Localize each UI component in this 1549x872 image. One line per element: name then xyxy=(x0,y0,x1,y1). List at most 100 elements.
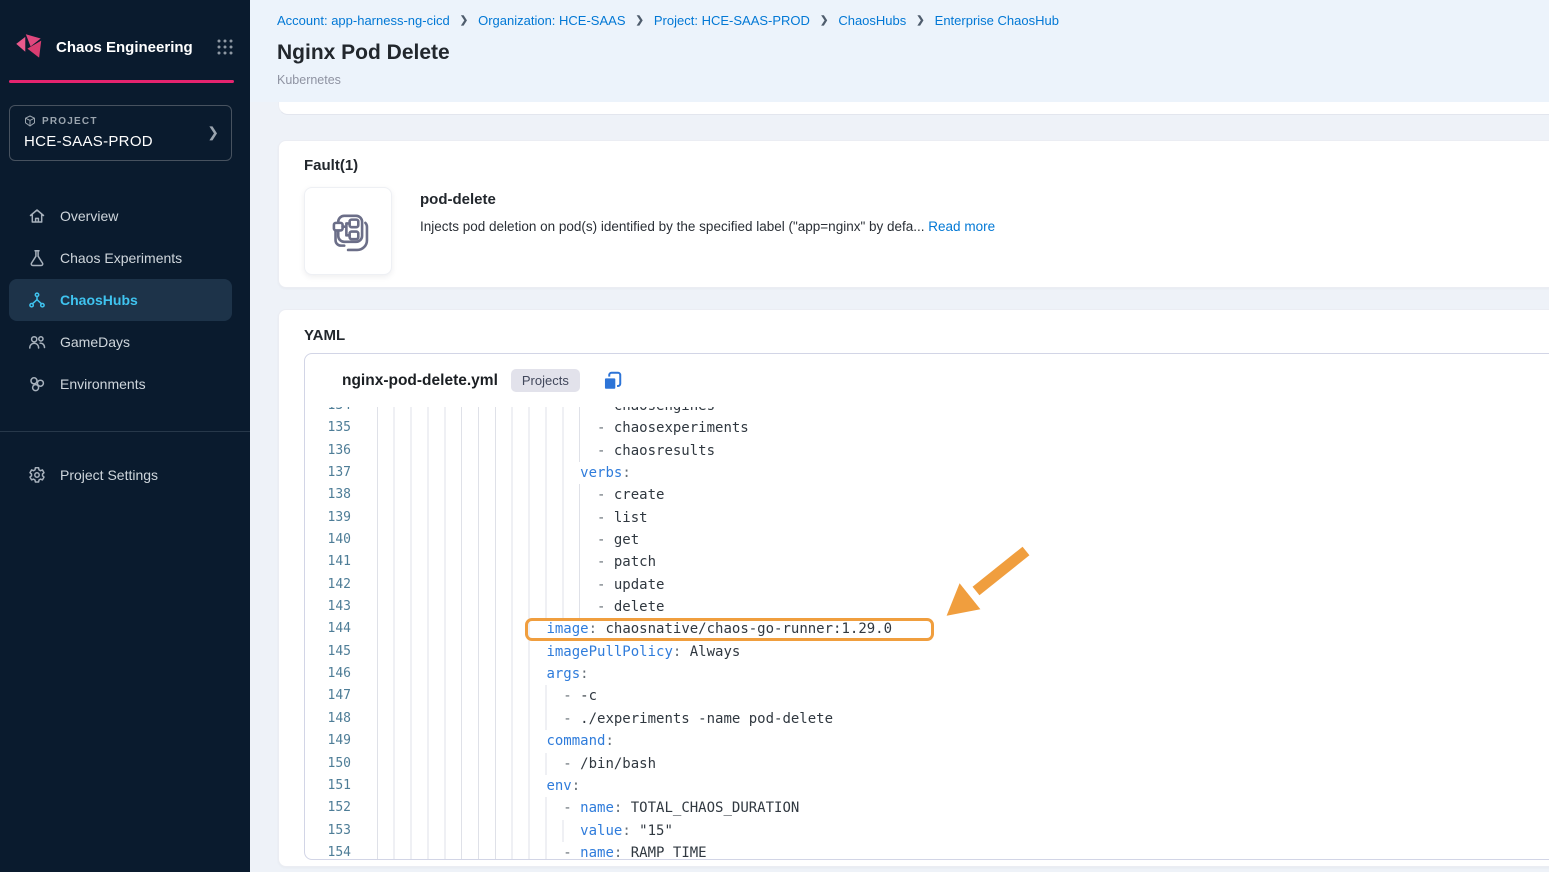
line-content: - chaosengines xyxy=(351,407,1549,417)
line-number: 151 xyxy=(305,775,351,797)
fault-description-text: Injects pod deletion on pod(s) identifie… xyxy=(420,219,928,234)
code-line: 139 - list xyxy=(305,507,1549,529)
breadcrumb-separator-icon: ❯ xyxy=(636,15,644,26)
yaml-viewer-header: nginx-pod-delete.yml Projects xyxy=(305,354,1549,407)
line-number: 146 xyxy=(305,663,351,685)
breadcrumb: Account: app-harness-ng-cicd ❯ Organizatio… xyxy=(277,13,1549,28)
code-line: 154 - name: RAMP_TIME xyxy=(305,842,1549,859)
code-line: 137 verbs: xyxy=(305,462,1549,484)
highlight-box: image: chaosnative/chaos-go-runner:1.29.… xyxy=(546,621,892,637)
chaos-engineering-logo-icon xyxy=(12,30,46,64)
line-content: - list xyxy=(351,507,1549,529)
breadcrumb-item[interactable]: Project: HCE-SAAS-PROD xyxy=(654,13,810,28)
sidebar-item-gamedays[interactable]: GameDays xyxy=(0,321,250,363)
home-icon xyxy=(27,206,47,226)
cube-icon xyxy=(24,115,36,127)
line-number: 152 xyxy=(305,797,351,819)
breadcrumb-separator-icon: ❯ xyxy=(460,15,468,26)
line-content: - create xyxy=(351,484,1549,506)
code-editor[interactable]: 134 - chaosengines135 - chaosexperiments… xyxy=(305,407,1549,859)
brand-row: Chaos Engineering xyxy=(0,0,250,64)
code-line: 149 command: xyxy=(305,730,1549,752)
sidebar-item-chaos-experiments[interactable]: Chaos Experiments xyxy=(0,237,250,279)
read-more-link[interactable]: Read more xyxy=(928,219,995,234)
breadcrumb-item[interactable]: Account: app-harness-ng-cicd xyxy=(277,13,450,28)
line-content: value: "15" xyxy=(351,820,1549,842)
code-line: 142 - update xyxy=(305,574,1549,596)
chevron-right-icon: ❯ xyxy=(207,124,219,141)
line-content: - chaosresults xyxy=(351,440,1549,462)
people-icon xyxy=(27,332,47,352)
brand-underline xyxy=(9,80,234,83)
project-name: HCE-SAAS-PROD xyxy=(24,133,207,150)
line-number: 137 xyxy=(305,462,351,484)
line-number: 144 xyxy=(305,618,351,640)
projects-badge: Projects xyxy=(511,369,580,392)
line-content: command: xyxy=(351,730,1549,752)
page-subtitle: Kubernetes xyxy=(277,73,1549,87)
line-content: - get xyxy=(351,529,1549,551)
line-content: - patch xyxy=(351,551,1549,573)
line-content: verbs: xyxy=(351,462,1549,484)
line-number: 147 xyxy=(305,685,351,707)
code-line: 150 - /bin/bash xyxy=(305,753,1549,775)
code-line: 153 value: "15" xyxy=(305,820,1549,842)
line-number: 142 xyxy=(305,574,351,596)
sidebar-item-label: Overview xyxy=(60,208,118,224)
breadcrumb-item[interactable]: ChaosHubs xyxy=(838,13,906,28)
line-number: 153 xyxy=(305,820,351,842)
line-number: 150 xyxy=(305,753,351,775)
gear-icon xyxy=(27,465,47,485)
code-line: 141 - patch xyxy=(305,551,1549,573)
page-title: Nginx Pod Delete xyxy=(277,41,1549,65)
line-content: - chaosexperiments xyxy=(351,417,1549,439)
code-line: 145 imagePullPolicy: Always xyxy=(305,641,1549,663)
breadcrumb-item[interactable]: Enterprise ChaosHub xyxy=(935,13,1059,28)
module-switcher-icon[interactable] xyxy=(216,38,234,56)
fault-description: Injects pod deletion on pod(s) identifie… xyxy=(420,219,995,234)
code-line: 152 - name: TOTAL_CHAOS_DURATION xyxy=(305,797,1549,819)
line-content: env: xyxy=(351,775,1549,797)
line-number: 141 xyxy=(305,551,351,573)
code-line: 147 - -c xyxy=(305,685,1549,707)
code-line: 140 - get xyxy=(305,529,1549,551)
sidebar-divider xyxy=(0,431,250,432)
breadcrumb-item[interactable]: Organization: HCE-SAAS xyxy=(478,13,625,28)
line-number: 148 xyxy=(305,708,351,730)
yaml-viewer: nginx-pod-delete.yml Projects 134 - chao… xyxy=(304,353,1549,860)
line-content: - name: TOTAL_CHAOS_DURATION xyxy=(351,797,1549,819)
code-line: 138 - create xyxy=(305,484,1549,506)
line-content: args: xyxy=(351,663,1549,685)
code-line: 134 - chaosengines xyxy=(305,407,1549,417)
copy-icon[interactable] xyxy=(601,370,623,392)
code-line: 143 - delete xyxy=(305,596,1549,618)
sidebar-item-label: ChaosHubs xyxy=(60,292,138,308)
sidebar: Chaos Engineering PROJECT HCE-SAAS-PROD … xyxy=(0,0,250,872)
fault-icon-tile xyxy=(304,187,392,275)
page-header: Account: app-harness-ng-cicd ❯ Organizatio… xyxy=(250,0,1549,102)
line-content: - ./experiments -name pod-delete xyxy=(351,708,1549,730)
sidebar-item-chaoshubs[interactable]: ChaosHubs xyxy=(9,279,232,321)
fault-section: Fault(1) pod-delete Injects pod deletion… xyxy=(278,140,1549,288)
line-number: 154 xyxy=(305,842,351,859)
sidebar-nav: Overview Chaos Experiments ChaosHubs Gam… xyxy=(0,195,250,496)
network-icon xyxy=(27,290,47,310)
yaml-filename: nginx-pod-delete.yml xyxy=(342,372,498,390)
line-content: imagePullPolicy: Always xyxy=(351,641,1549,663)
yaml-section: YAML nginx-pod-delete.yml Projects 134 -… xyxy=(278,309,1549,867)
cluster-icon xyxy=(27,374,47,394)
project-selector[interactable]: PROJECT HCE-SAAS-PROD ❯ xyxy=(9,105,232,161)
code-line: 136 - chaosresults xyxy=(305,440,1549,462)
brand-title: Chaos Engineering xyxy=(56,39,216,56)
fault-item[interactable]: pod-delete Injects pod deletion on pod(s… xyxy=(304,187,1549,275)
line-content: - /bin/bash xyxy=(351,753,1549,775)
scrolled-card-bottom-edge xyxy=(278,102,1549,115)
sidebar-item-project-settings[interactable]: Project Settings xyxy=(0,454,250,496)
line-number: 149 xyxy=(305,730,351,752)
line-number: 138 xyxy=(305,484,351,506)
sidebar-item-label: Environments xyxy=(60,376,146,392)
sidebar-item-overview[interactable]: Overview xyxy=(0,195,250,237)
code-line: 144 image: chaosnative/chaos-go-runner:1… xyxy=(305,618,1549,640)
code-line: 151 env: xyxy=(305,775,1549,797)
sidebar-item-environments[interactable]: Environments xyxy=(0,363,250,405)
